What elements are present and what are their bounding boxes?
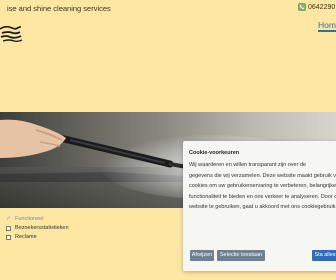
- advertising-checkbox[interactable]: [6, 234, 11, 240]
- option-functional-label: Functioneel: [15, 215, 44, 222]
- nav-home-underline: [318, 30, 336, 32]
- option-advertising-label: Reclame: [15, 234, 37, 240]
- option-statistics[interactable]: Bezoekersstatistieken: [6, 225, 69, 231]
- phone-number: 0642290: [308, 3, 336, 11]
- cookie-body-line: functionaliteit te bieden en ons verkeer…: [189, 193, 336, 200]
- statistics-checkbox[interactable]: [6, 225, 11, 231]
- cookie-dialog-body: Wij waarderen en willen transparant zijn…: [189, 160, 336, 213]
- accept-all-button[interactable]: Sta alles: [312, 250, 336, 261]
- option-functional: ✓ Functioneel: [6, 215, 44, 223]
- top-bar: ise and shine cleaning services 0642290: [0, 0, 336, 14]
- cookie-body-line: website te gebruiken, gaat u akkoord met…: [189, 204, 336, 211]
- phone-icon: [298, 3, 306, 11]
- site-tagline: ise and shine cleaning services: [7, 4, 111, 13]
- nav-home-link[interactable]: Home: [318, 20, 336, 30]
- checkmark-icon: ✓: [6, 216, 12, 222]
- allow-selection-button[interactable]: Selectie toestaan: [217, 250, 265, 261]
- cookie-body-line: Wij waarderen en willen transparant zijn…: [189, 162, 307, 168]
- cookie-dialog-title: Cookie-voorkeuren: [189, 150, 240, 156]
- brand-logo[interactable]: [0, 22, 24, 46]
- cookie-body-line: gegevens die wij verzamelen. Deze websit…: [189, 172, 336, 179]
- phone-contact[interactable]: 0642290: [298, 3, 335, 11]
- option-statistics-label: Bezoekersstatistieken: [15, 225, 69, 231]
- option-advertising[interactable]: Reclame: [6, 234, 37, 240]
- reject-button[interactable]: Afwijzen: [190, 250, 214, 261]
- cookie-body-line: cookies om uw gebruikerservaring te verb…: [189, 183, 336, 190]
